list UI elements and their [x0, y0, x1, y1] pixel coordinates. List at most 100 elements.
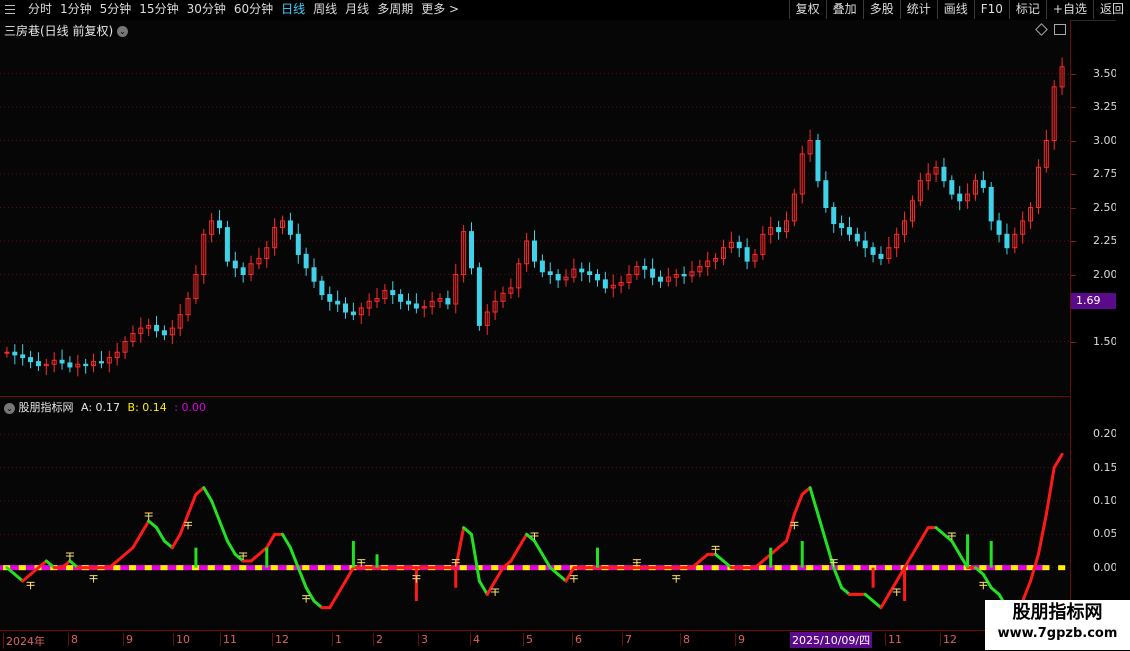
candle-body: [776, 227, 782, 233]
signal-marker: [979, 581, 988, 590]
candle-body: [823, 180, 829, 208]
series-a-segment: [13, 572, 25, 583]
candle-body: [988, 186, 994, 222]
signal-marker: [491, 588, 500, 596]
candle-body: [83, 363, 89, 367]
period-tabs: 分时 1分钟 5分钟 15分钟 30分钟 60分钟 日线 周线 月线 多周期 更多 >: [24, 2, 463, 17]
series-a-segment: [162, 539, 174, 550]
series-a-segment: [454, 526, 466, 570]
tool-button[interactable]: 统计: [899, 0, 937, 19]
date-tick-label: 2: [373, 633, 383, 646]
series-a-segment: [1044, 466, 1056, 516]
candle-body: [59, 359, 65, 364]
candle-body: [587, 271, 593, 276]
tool-button[interactable]: F10: [973, 0, 1009, 19]
series-b-segment: [947, 565, 955, 571]
candle-body: [98, 361, 104, 364]
period-tab[interactable]: 5分钟: [96, 2, 136, 17]
period-tab[interactable]: 周线: [309, 2, 341, 17]
series-a-segment: [517, 532, 529, 550]
series-a-segment: [698, 552, 710, 563]
candle-body: [831, 207, 837, 225]
candle-body: [980, 180, 986, 188]
candle-body: [161, 330, 167, 336]
series-a-segment: [194, 486, 206, 496]
tick-mark: [1071, 174, 1076, 175]
date-axis: 2024年891011121234567891011122025/10/09/四: [0, 630, 1070, 651]
series-b-segment: [207, 565, 215, 571]
candle-body: [650, 268, 656, 278]
signal-marker: [302, 595, 311, 603]
date-tick-label: 4: [470, 633, 480, 646]
signal-marker: [26, 581, 35, 590]
series-a-segment: [155, 526, 166, 543]
tool-button[interactable]: 返回: [1092, 0, 1130, 19]
price-tick-label: 2.50: [1093, 200, 1118, 214]
tool-button[interactable]: 复权: [788, 0, 826, 19]
series-b-segment: [459, 565, 467, 571]
series-a-segment: [218, 519, 229, 543]
period-tab[interactable]: 30分钟: [183, 2, 230, 17]
candle-body: [539, 260, 545, 273]
indicator-axis: 0.20 0.15 0.10 0.05 0.00: [1071, 396, 1118, 631]
right-edge-strip: [1116, 20, 1130, 650]
series-b-segment: [554, 565, 562, 571]
tick-mark: [1071, 241, 1076, 242]
series-a-segment: [777, 539, 788, 550]
tool-button[interactable]: 标记: [1008, 0, 1046, 19]
period-tab[interactable]: 多周期: [373, 2, 417, 17]
date-tick-label: 9: [735, 633, 745, 646]
candle-body: [327, 294, 333, 302]
series-a-segment: [265, 532, 277, 550]
candle-body: [870, 247, 876, 255]
series-a-segment: [832, 566, 844, 590]
series-a-segment: [336, 579, 348, 596]
tool-button[interactable]: +自选: [1045, 0, 1093, 19]
period-tab[interactable]: 日线: [277, 2, 309, 17]
candle-body: [224, 227, 230, 262]
series-a-segment: [202, 486, 214, 503]
candle-body: [20, 354, 26, 359]
period-tab[interactable]: 1分钟: [56, 2, 96, 17]
signal-marker: [144, 512, 153, 520]
date-tick-label: 5: [523, 633, 533, 646]
period-tab[interactable]: 月线: [341, 2, 373, 17]
candle-body: [390, 290, 396, 296]
period-tab[interactable]: 分时: [24, 2, 56, 17]
candle-body: [217, 220, 223, 229]
watermark-url: www.7gpzb.com: [997, 626, 1118, 641]
price-axis: 3.50 3.25 3.00 2.75 2.50 2.25 2.00 1.50: [1071, 20, 1118, 395]
candle-body: [335, 300, 341, 305]
period-tab[interactable]: 15分钟: [135, 2, 182, 17]
tool-button[interactable]: 多股: [862, 0, 900, 19]
candle-body: [736, 241, 742, 249]
signal-marker: [672, 575, 681, 583]
tool-button[interactable]: 画线: [936, 0, 974, 19]
series-a-segment: [934, 526, 946, 536]
candle-body: [232, 260, 238, 269]
series-b-segment: [916, 565, 924, 571]
menu-icon[interactable]: [0, 0, 18, 18]
series-a-segment: [910, 539, 922, 556]
signal-marker: [892, 588, 901, 596]
candle-body: [579, 268, 585, 273]
series-a-segment: [170, 532, 182, 550]
series-b-segment: [1058, 565, 1066, 571]
series-b-segment: [144, 565, 152, 571]
series-b-segment: [286, 565, 294, 571]
period-tab[interactable]: 60分钟: [230, 2, 277, 17]
tick-mark: [1071, 73, 1076, 75]
candle-body: [839, 223, 845, 229]
tick-mark: [1071, 341, 1076, 343]
series-b-segment: [1042, 565, 1050, 571]
tool-buttons: 复权 叠加 多股 统计 画线 F10 标记 +自选 返回: [788, 0, 1130, 19]
tool-button[interactable]: 叠加: [825, 0, 863, 19]
series-a-segment: [21, 572, 33, 583]
indicator-chart: [0, 433, 1070, 610]
series-a-segment: [312, 599, 324, 610]
series-b-segment: [995, 565, 1003, 571]
period-tab[interactable]: 更多 >: [417, 2, 463, 17]
series-b-segment: [302, 565, 310, 571]
series-b-segment: [821, 565, 829, 571]
series-a-segment: [918, 526, 930, 543]
